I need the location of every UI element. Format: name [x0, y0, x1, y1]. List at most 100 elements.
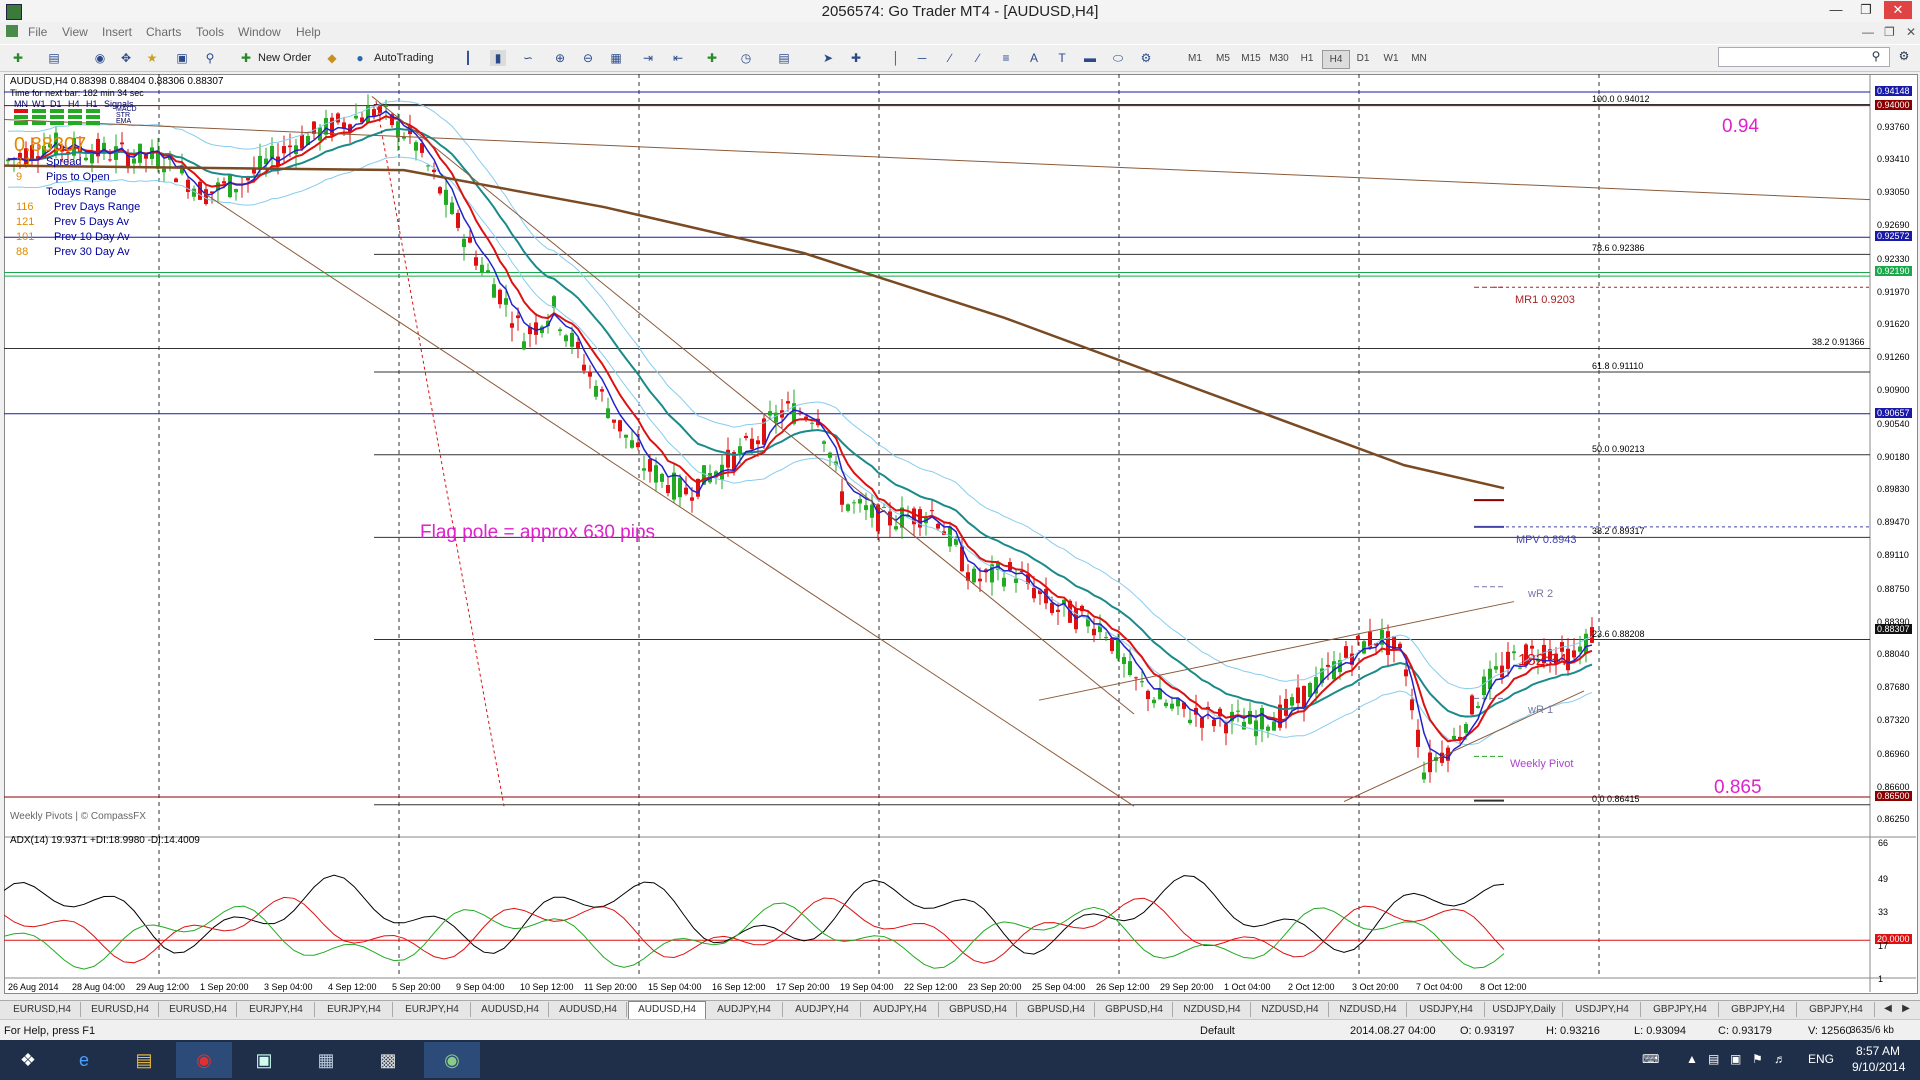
text-icon[interactable]: A [1026, 50, 1042, 66]
zoom-out-icon[interactable]: ⊖ [580, 50, 596, 66]
menu-help[interactable]: Help [296, 25, 321, 39]
line-chart-icon[interactable]: ∽ [520, 50, 536, 66]
internet-explorer-icon[interactable]: e [56, 1042, 112, 1078]
channel-icon[interactable]: ∕ [970, 50, 986, 66]
chrome-icon[interactable]: ◉ [176, 1042, 232, 1078]
periods-icon[interactable]: ◷ [738, 50, 754, 66]
tester-icon[interactable]: ⚲ [202, 50, 218, 66]
timeframe-mn[interactable]: MN [1406, 50, 1432, 67]
chart-tab[interactable]: EURUSD,H4 [82, 1002, 159, 1017]
favorites-icon[interactable]: ★ [144, 50, 160, 66]
chart-tab[interactable]: NZDUSD,H4 [1330, 1002, 1407, 1017]
menu-file[interactable]: File [28, 25, 47, 39]
clock-time[interactable]: 8:57 AM [1856, 1044, 1900, 1058]
menu-view[interactable]: View [62, 25, 88, 39]
vertical-line-icon[interactable]: │ [888, 50, 904, 66]
new-order-icon[interactable]: ✚ [238, 50, 254, 66]
market-watch-icon[interactable]: ◉ [92, 50, 108, 66]
chart-tab[interactable]: AUDJPY,H4 [784, 1002, 861, 1017]
start-button-icon[interactable]: ❖ [0, 1042, 56, 1078]
crosshair-icon[interactable]: ✚ [848, 50, 864, 66]
timeframe-m1[interactable]: M1 [1182, 50, 1208, 67]
fibonacci-icon[interactable]: ≡ [998, 50, 1014, 66]
close-icon[interactable]: ✕ [1884, 1, 1912, 19]
autotrading-icon[interactable]: ● [352, 50, 368, 66]
rectangle-icon[interactable]: ▬ [1082, 50, 1098, 66]
timeframe-h4[interactable]: H4 [1322, 50, 1350, 69]
chart-tab[interactable]: AUDUSD,H4 [472, 1002, 549, 1017]
chart-tab[interactable]: EURJPY,H4 [238, 1002, 315, 1017]
menu-tools[interactable]: Tools [196, 25, 224, 39]
metaeditor-icon[interactable]: ◆ [324, 50, 340, 66]
mdi-close-icon[interactable]: ✕ [1906, 25, 1916, 39]
timeframe-m30[interactable]: M30 [1266, 50, 1292, 67]
indicators-icon[interactable]: ✚ [704, 50, 720, 66]
network-icon[interactable]: ▤ [1708, 1052, 1719, 1066]
chart-tab[interactable]: NZDUSD,H4 [1252, 1002, 1329, 1017]
auto-scroll-icon[interactable]: ⇥ [640, 50, 656, 66]
settings-icon[interactable]: ⚙ [1896, 48, 1912, 64]
chart-tab[interactable]: USDJPY,H4 [1408, 1002, 1485, 1017]
arrows-icon[interactable]: ⚙ [1138, 50, 1154, 66]
clock-date[interactable]: 9/10/2014 [1852, 1060, 1905, 1074]
chart-tab[interactable]: USDJPY,Daily [1486, 1002, 1563, 1017]
chart-tab[interactable]: EURUSD,H4 [160, 1002, 237, 1017]
horizontal-line-icon[interactable]: ─ [914, 50, 930, 66]
chart-tab[interactable]: AUDJPY,H4 [706, 1002, 783, 1017]
language-indicator[interactable]: ENG [1808, 1052, 1834, 1066]
chart-tab[interactable]: AUDJPY,H4 [862, 1002, 939, 1017]
monitor-icon[interactable]: ▣ [1730, 1052, 1741, 1066]
chart-tab[interactable]: GBPJPY,H4 [1720, 1002, 1797, 1017]
timeframe-m15[interactable]: M15 [1238, 50, 1264, 67]
navigator-icon[interactable]: ✥ [118, 50, 134, 66]
search-input[interactable] [1718, 47, 1890, 67]
zoom-in-icon[interactable]: ⊕ [552, 50, 568, 66]
tab-scroll-right-icon[interactable]: ▶ [1898, 1001, 1914, 1017]
tile-windows-icon[interactable]: ▦ [608, 50, 624, 66]
timeframe-d1[interactable]: D1 [1350, 50, 1376, 67]
chart-tab[interactable]: GBPUSD,H4 [1018, 1002, 1095, 1017]
minimize-icon[interactable]: — [1822, 1, 1850, 19]
media-icon[interactable]: ▩ [360, 1042, 416, 1078]
file-explorer-icon[interactable]: ▤ [116, 1042, 172, 1078]
menu-charts[interactable]: Charts [146, 25, 181, 39]
new-chart-icon[interactable]: ✚ [10, 50, 26, 66]
profiles-icon[interactable]: ▤ [46, 50, 62, 66]
chart-tab[interactable]: GBPUSD,H4 [940, 1002, 1017, 1017]
ellipse-icon[interactable]: ⬭ [1110, 50, 1126, 66]
app-window-icon[interactable]: ▣ [236, 1042, 292, 1078]
templates-icon[interactable]: ▤ [776, 50, 792, 66]
calculator-icon[interactable]: ▦ [298, 1042, 354, 1078]
autotrading-button[interactable]: AutoTrading [374, 49, 434, 67]
mdi-minimize-icon[interactable]: — [1862, 25, 1874, 39]
chart-tab[interactable]: EURJPY,H4 [316, 1002, 393, 1017]
tab-scroll-left-icon[interactable]: ◀ [1880, 1001, 1896, 1017]
menu-window[interactable]: Window [238, 25, 281, 39]
timeframe-w1[interactable]: W1 [1378, 50, 1404, 67]
text-label-icon[interactable]: T [1054, 50, 1070, 66]
search-icon[interactable]: ⚲ [1868, 48, 1884, 64]
terminal-icon[interactable]: ▣ [174, 50, 190, 66]
candlestick-icon[interactable]: ▮ [490, 50, 506, 66]
chart-tab[interactable]: EURJPY,H4 [394, 1002, 471, 1017]
timeframe-h1[interactable]: H1 [1294, 50, 1320, 67]
chart-tab[interactable]: AUDUSD,H4 [628, 1001, 706, 1019]
chart-tab[interactable]: USDJPY,H4 [1564, 1002, 1641, 1017]
bar-chart-icon[interactable]: ┃ [460, 50, 476, 66]
chart-tab[interactable]: EURUSD,H4 [4, 1002, 81, 1017]
new-order-button[interactable]: New Order [258, 49, 311, 67]
chart-tab[interactable]: GBPJPY,H4 [1798, 1002, 1875, 1017]
restore-icon[interactable]: ❐ [1852, 1, 1880, 19]
chart-tab[interactable]: GBPUSD,H4 [1096, 1002, 1173, 1017]
menu-insert[interactable]: Insert [102, 25, 132, 39]
chart-tab[interactable]: AUDUSD,H4 [550, 1002, 627, 1017]
chart-tab[interactable]: GBPJPY,H4 [1642, 1002, 1719, 1017]
volume-icon[interactable]: ♬ [1774, 1052, 1786, 1066]
document-icon[interactable] [6, 25, 18, 37]
trendline-icon[interactable]: ∕ [942, 50, 958, 66]
cursor-icon[interactable]: ➤ [820, 50, 836, 66]
chart-shift-icon[interactable]: ⇤ [670, 50, 686, 66]
metatrader-icon[interactable]: ◉ [424, 1042, 480, 1078]
flag-icon[interactable]: ⚑ [1752, 1052, 1763, 1066]
mdi-restore-icon[interactable]: ❐ [1884, 25, 1895, 39]
